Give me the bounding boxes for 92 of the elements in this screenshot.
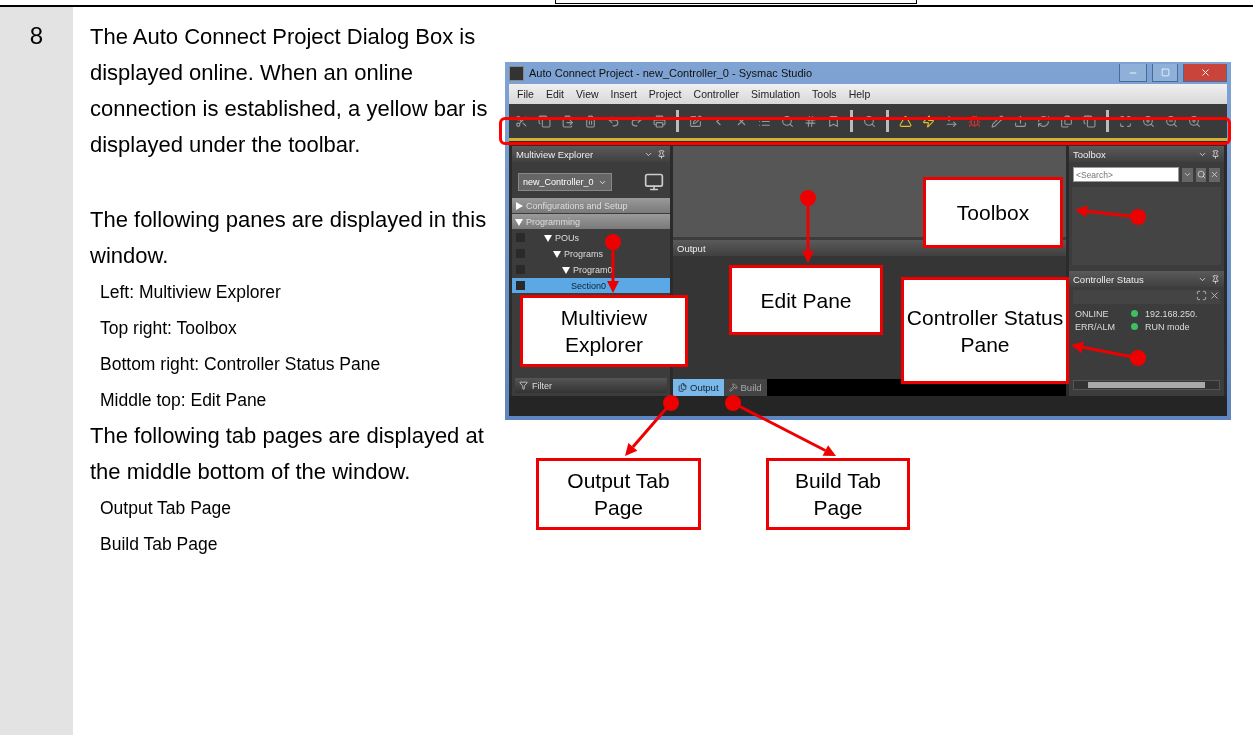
menu-item[interactable]: File — [517, 88, 534, 100]
hammer-icon — [728, 383, 738, 392]
triangle-icon[interactable] — [562, 265, 570, 274]
list-item-text: Build Tab Page — [99, 533, 219, 556]
scissors-icon[interactable] — [515, 114, 528, 128]
monitor-icon[interactable] — [644, 172, 664, 192]
funnel-icon — [519, 381, 528, 390]
filter-bar[interactable]: Filter — [515, 378, 667, 393]
x-icon[interactable] — [1209, 290, 1220, 301]
maximize-icon[interactable] — [1196, 290, 1207, 301]
pane-title: Output — [677, 242, 707, 254]
instruction-text: The Auto Connect Project Dialog Box is displayed online. When an online connection is established, a yellow bar is displayed under the toolbar. — [90, 23, 489, 159]
close-icon — [1210, 170, 1220, 179]
list-item-text: Bottom right: Controller Status Pane — [99, 353, 382, 376]
controller-dropdown[interactable]: new_Controller_0 — [518, 173, 612, 191]
list-item-text: Middle top: Edit Pane — [99, 389, 268, 412]
lightning-icon[interactable] — [922, 114, 935, 128]
callout-label: Multiview Explorer — [520, 295, 688, 367]
status-label: ONLINE — [1075, 308, 1110, 319]
pointer-arrow — [1075, 205, 1146, 225]
close-icon — [1199, 67, 1211, 78]
copy-icon[interactable] — [1083, 114, 1096, 128]
callout-label: Output Tab Page — [536, 458, 701, 530]
list-item-text: Top right: Toolbox — [99, 317, 238, 340]
pane-tab[interactable]: Build — [723, 379, 767, 396]
tree-item[interactable]: Program0 — [512, 262, 670, 277]
menu-item[interactable]: View — [576, 88, 599, 100]
search-icon[interactable] — [781, 114, 794, 128]
copy-icon[interactable] — [538, 114, 551, 128]
tree-item[interactable]: Programs — [512, 246, 670, 261]
search-icon — [1196, 170, 1206, 179]
pin-icon[interactable] — [1211, 149, 1220, 159]
zoom-in-icon[interactable] — [1142, 114, 1155, 128]
triangle-icon[interactable] — [544, 233, 552, 242]
dropdown-button[interactable] — [1182, 167, 1193, 182]
triangle-icon[interactable] — [553, 249, 561, 258]
menu-item[interactable]: Tools — [812, 88, 837, 100]
maximize-icon — [1160, 68, 1170, 77]
search-icon[interactable] — [863, 114, 876, 128]
window-title: Auto Connect Project - new_Controller_0 - Sysmac Studio — [529, 67, 814, 79]
zoom-in-icon[interactable] — [1188, 114, 1201, 128]
menu-item[interactable]: Controller — [693, 88, 740, 100]
callout-label: Edit Pane — [729, 265, 883, 335]
tree-item[interactable]: POUs — [512, 230, 670, 245]
list-item-text: Left: Multiview Explorer — [99, 281, 282, 304]
menu-item[interactable]: Project — [648, 88, 682, 100]
pane-tab[interactable]: Output — [673, 379, 724, 396]
triangle-icon[interactable] — [899, 114, 912, 128]
pane-title: Toolbox — [1073, 148, 1107, 160]
list-item-text: Output Tab Page — [99, 497, 233, 520]
status-value: 192.168.250. — [1145, 308, 1199, 319]
clear-button[interactable] — [1209, 167, 1220, 182]
instruction-text: The following tab pages are displayed at the middle bottom of the window. — [90, 422, 485, 486]
hash-icon[interactable] — [804, 114, 817, 128]
minimize-button[interactable] — [1119, 64, 1147, 82]
menu-item[interactable]: Help — [848, 88, 871, 100]
bookmark-icon[interactable] — [827, 114, 840, 128]
files-icon — [678, 383, 687, 392]
callout-label: Toolbox — [923, 177, 1063, 248]
scrollbar[interactable] — [1073, 380, 1220, 390]
refresh-icon[interactable] — [1037, 114, 1050, 128]
trash-icon[interactable] — [584, 114, 597, 128]
tree-item[interactable]: Section0 — [512, 278, 670, 293]
zoom-out-icon[interactable] — [1165, 114, 1178, 128]
pointer-arrow — [625, 395, 679, 456]
chevron-down-icon — [1182, 170, 1192, 179]
maximize-icon[interactable] — [1119, 114, 1132, 128]
arrows-icon[interactable] — [945, 114, 958, 128]
clipboard-icon[interactable] — [561, 114, 574, 128]
search-field[interactable]: <Search> — [1073, 167, 1179, 182]
status-label: ERR/ALM — [1075, 321, 1116, 332]
menu-item[interactable]: Edit — [545, 88, 564, 100]
search-button[interactable] — [1195, 167, 1207, 182]
maximize-button[interactable] — [1152, 64, 1178, 82]
pin-icon[interactable] — [1211, 274, 1220, 284]
pane-title: Controller Status — [1073, 273, 1145, 285]
menu-item[interactable]: Simulation — [751, 88, 801, 100]
files-icon[interactable] — [1060, 114, 1073, 128]
printer-icon[interactable] — [653, 114, 666, 128]
step-number: 8 — [29, 21, 44, 51]
pane-title: Multiview Explorer — [516, 148, 595, 160]
pencil-square-icon[interactable] — [689, 114, 702, 128]
menu-item[interactable]: Insert — [610, 88, 637, 100]
upload-icon[interactable] — [1014, 114, 1027, 128]
bug-icon[interactable] — [968, 114, 981, 128]
status-value: RUN mode — [1145, 321, 1191, 332]
callout-label: Build Tab Page — [766, 458, 910, 530]
app-icon — [509, 65, 524, 81]
callout-label: Controller Status Pane — [901, 277, 1069, 384]
pin-icon[interactable] — [657, 149, 666, 159]
pencil-icon[interactable] — [991, 114, 1004, 128]
instruction-text: The following panes are displayed in this window. — [90, 206, 488, 270]
